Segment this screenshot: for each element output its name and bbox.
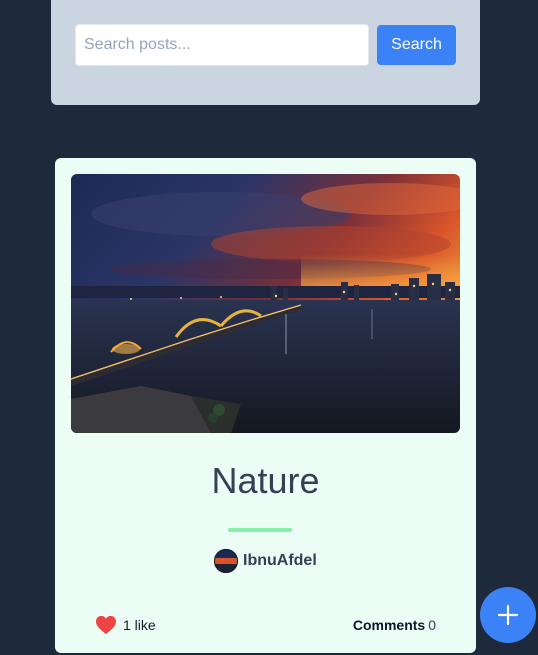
post-card[interactable]: Nature IbnuAfdel 1 like Comments 0 (55, 158, 476, 653)
author-name[interactable]: IbnuAfdel (243, 552, 317, 570)
heart-icon[interactable] (95, 615, 117, 635)
page: Search posts... Search Nature IbnuAfdel … (0, 0, 538, 655)
author[interactable]: IbnuAfdel (214, 548, 317, 574)
add-post-button[interactable] (480, 587, 536, 643)
search-button[interactable]: Search (377, 25, 456, 65)
like-group[interactable]: 1 like (95, 614, 156, 636)
avatar[interactable] (214, 549, 238, 573)
title-divider (228, 528, 292, 532)
plus-icon (497, 604, 519, 626)
post-image[interactable] (71, 174, 460, 433)
like-count: 1 like (123, 617, 156, 633)
search-input[interactable] (75, 24, 369, 66)
post-title[interactable]: Nature (55, 460, 476, 502)
comments-count: 0 (428, 617, 436, 633)
comments-label[interactable]: Comments (353, 617, 425, 633)
search-panel: Search (51, 0, 480, 105)
comments-link[interactable]: Comments 0 (353, 617, 436, 633)
